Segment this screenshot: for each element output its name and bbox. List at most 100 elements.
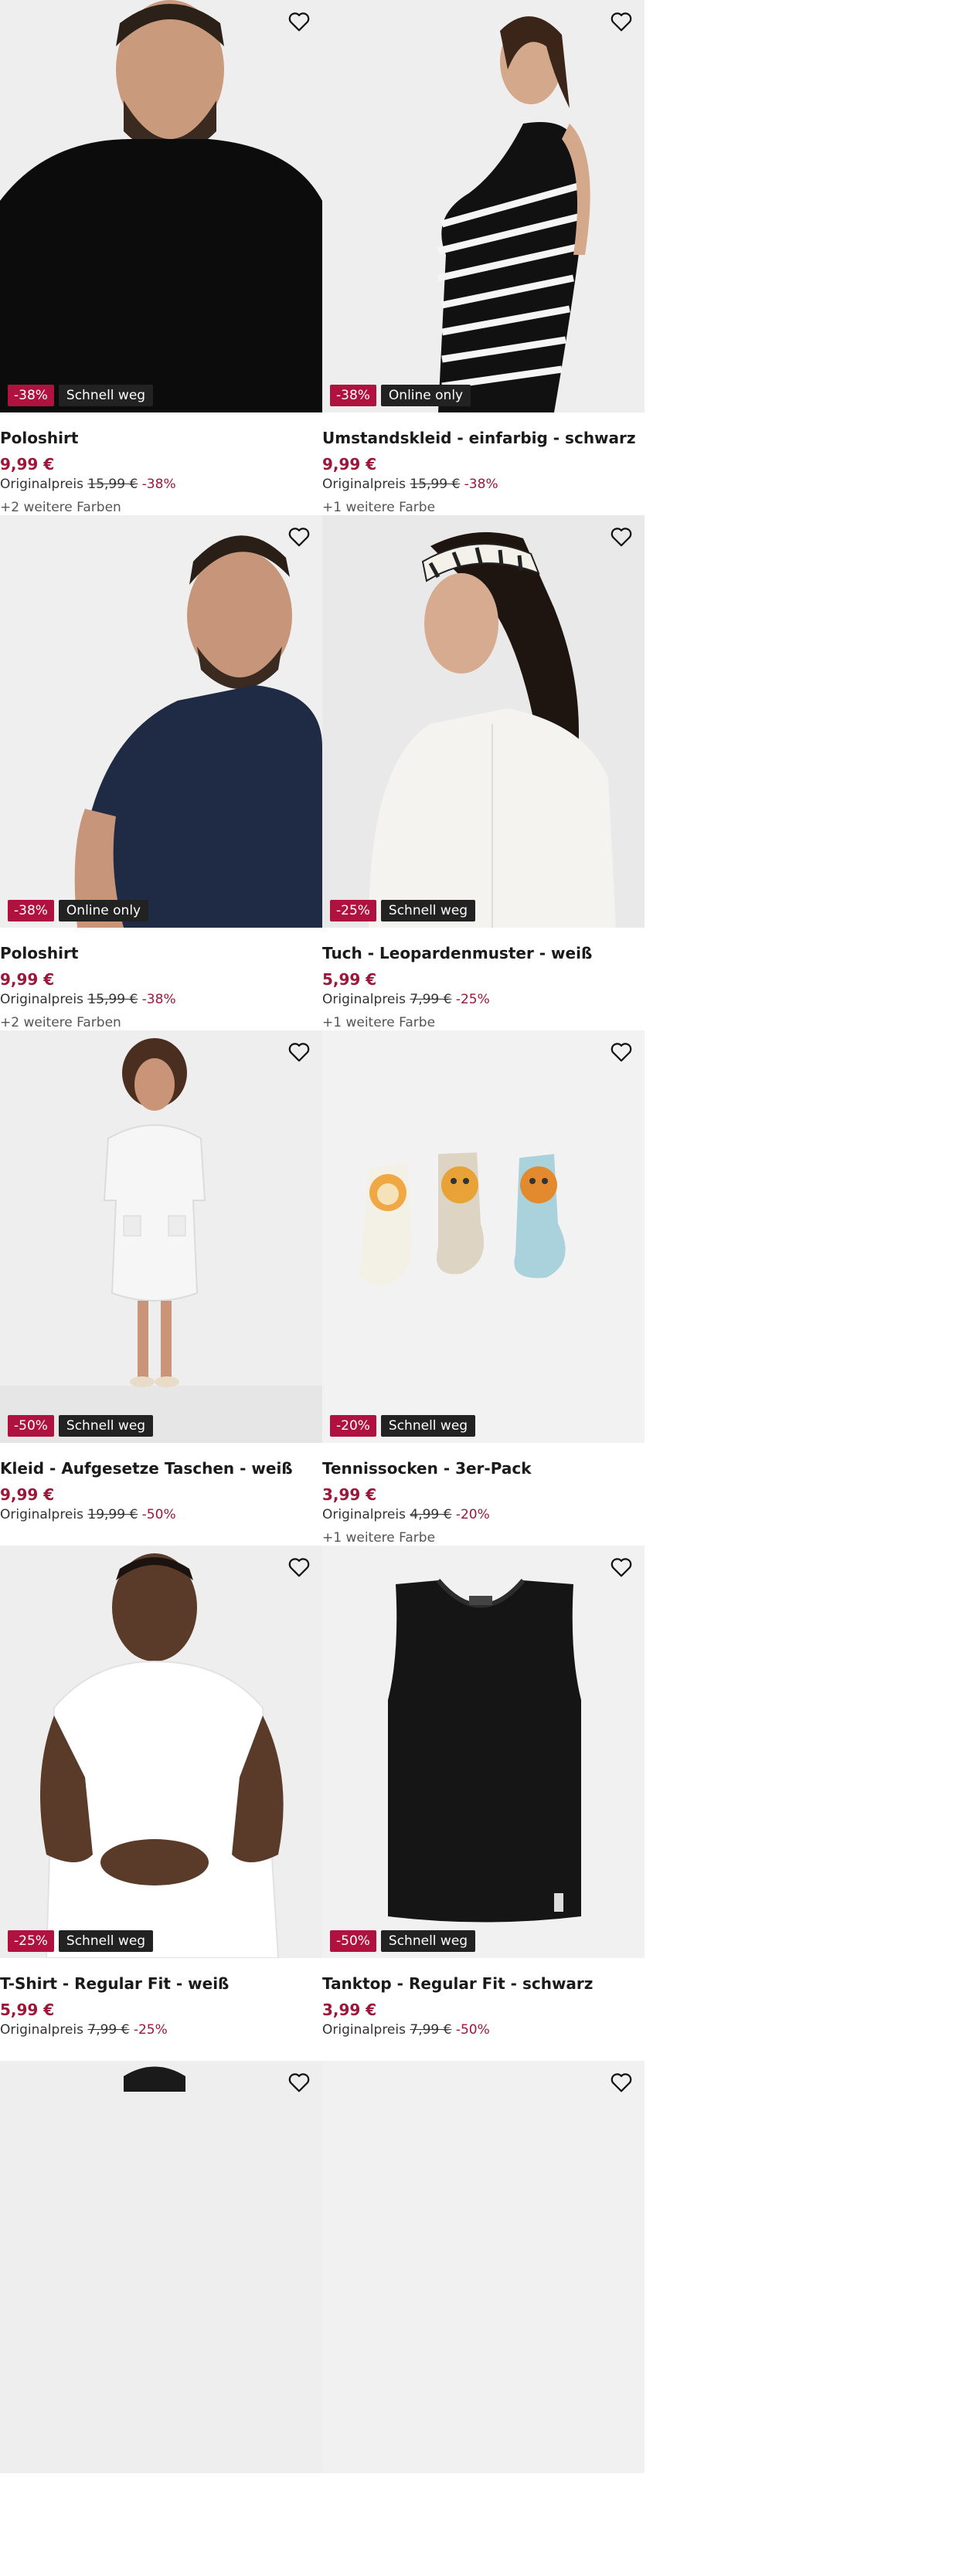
original-discount: -50% bbox=[141, 1507, 176, 1522]
favorite-button[interactable] bbox=[285, 1038, 313, 1066]
original-price-line: Originalpreis 7,99 € -50% bbox=[322, 2021, 645, 2038]
favorite-button[interactable] bbox=[607, 523, 635, 551]
heart-outline-icon bbox=[611, 1043, 632, 1062]
original-price-line: Originalpreis 7,99 € -25% bbox=[0, 2021, 322, 2038]
original-discount: -38% bbox=[141, 992, 176, 1007]
original-price: 7,99 € bbox=[410, 992, 452, 1007]
discount-badge: -50% bbox=[8, 1415, 54, 1437]
product-card[interactable]: -20% Schnell weg Tennissocken - 3er-Pack… bbox=[322, 1030, 645, 1546]
status-badge: Online only bbox=[58, 900, 149, 921]
heart-outline-icon bbox=[611, 528, 632, 547]
original-price-line: Originalpreis 15,99 € -38% bbox=[0, 476, 322, 493]
original-price: 15,99 € bbox=[410, 477, 461, 492]
favorite-button[interactable] bbox=[285, 2069, 313, 2096]
product-name[interactable]: Tuch - Leopardenmuster - weiß bbox=[322, 943, 645, 963]
badge-group: -50% Schnell weg bbox=[8, 1415, 154, 1437]
product-info: Poloshirt 9,99 € Originalpreis 15,99 € -… bbox=[0, 928, 322, 1031]
original-price-label: Originalpreis bbox=[322, 477, 406, 492]
product-card[interactable]: -38% Online only Umstandskleid - einfarb… bbox=[322, 0, 645, 515]
product-image[interactable] bbox=[322, 2061, 645, 2473]
more-colors[interactable]: +1 weitere Farbe bbox=[322, 1529, 645, 1546]
original-discount: -38% bbox=[141, 477, 176, 492]
favorite-button[interactable] bbox=[285, 523, 313, 551]
product-info: Tennissocken - 3er-Pack 3,99 € Originalp… bbox=[322, 1443, 645, 1546]
original-price-label: Originalpreis bbox=[0, 2022, 83, 2038]
product-image[interactable] bbox=[0, 2061, 322, 2473]
heart-outline-icon bbox=[611, 1558, 632, 1577]
badge-group: -20% Schnell weg bbox=[330, 1415, 476, 1437]
product-card[interactable]: -38% Schnell weg Poloshirt 9,99 € Origin… bbox=[0, 0, 322, 515]
badge-group: -25% Schnell weg bbox=[8, 1930, 154, 1952]
product-info: Poloshirt 9,99 € Originalpreis 15,99 € -… bbox=[0, 412, 322, 516]
heart-outline-icon bbox=[611, 12, 632, 32]
favorite-button[interactable] bbox=[607, 2069, 635, 2096]
badge-group: -50% Schnell weg bbox=[330, 1930, 476, 1952]
discount-badge: -38% bbox=[8, 385, 54, 406]
product-card[interactable]: -25% Schnell weg Tuch - Leopardenmuster … bbox=[322, 515, 645, 1030]
product-image[interactable]: -38% Online only bbox=[322, 0, 645, 412]
badge-group: -25% Schnell weg bbox=[330, 900, 476, 921]
more-colors[interactable]: +2 weitere Farben bbox=[0, 499, 322, 516]
original-price-label: Originalpreis bbox=[322, 2022, 406, 2038]
product-card[interactable] bbox=[0, 2061, 322, 2576]
original-price-label: Originalpreis bbox=[322, 1507, 406, 1522]
discount-badge: -20% bbox=[330, 1415, 376, 1437]
product-price: 5,99 € bbox=[322, 970, 377, 989]
favorite-button[interactable] bbox=[607, 1553, 635, 1581]
product-card[interactable]: -50% Schnell weg Kleid - Aufgesetze Tasc… bbox=[0, 1030, 322, 1546]
product-name[interactable]: Tennissocken - 3er-Pack bbox=[322, 1458, 645, 1478]
original-price-label: Originalpreis bbox=[0, 1507, 83, 1522]
status-badge: Schnell weg bbox=[380, 1415, 476, 1437]
product-image[interactable]: -50% Schnell weg bbox=[322, 1546, 645, 1958]
badge-group: -38% Online only bbox=[8, 900, 149, 921]
product-image[interactable]: -25% Schnell weg bbox=[322, 515, 645, 928]
original-price: 19,99 € bbox=[87, 1507, 138, 1522]
product-card[interactable]: -38% Online only Poloshirt 9,99 € Origin… bbox=[0, 515, 322, 1030]
product-price: 9,99 € bbox=[0, 455, 55, 473]
product-image[interactable]: -50% Schnell weg bbox=[0, 1030, 322, 1443]
original-price-line: Originalpreis 15,99 € -38% bbox=[322, 476, 645, 493]
product-card[interactable]: -25% Schnell weg T-Shirt - Regular Fit -… bbox=[0, 1546, 322, 2061]
status-badge: Schnell weg bbox=[380, 1930, 476, 1952]
heart-outline-icon bbox=[611, 2073, 632, 2092]
product-card[interactable] bbox=[322, 2061, 645, 2576]
product-card[interactable]: -50% Schnell weg Tanktop - Regular Fit -… bbox=[322, 1546, 645, 2061]
original-price-label: Originalpreis bbox=[0, 992, 83, 1007]
original-discount: -25% bbox=[455, 992, 490, 1007]
product-image[interactable]: -38% Schnell weg bbox=[0, 0, 322, 412]
favorite-button[interactable] bbox=[285, 1553, 313, 1581]
discount-badge: -50% bbox=[330, 1930, 376, 1952]
product-price: 3,99 € bbox=[322, 1485, 377, 1504]
product-name[interactable]: Umstandskleid - einfarbig - schwarz bbox=[322, 428, 645, 448]
product-price: 9,99 € bbox=[322, 455, 377, 473]
favorite-button[interactable] bbox=[285, 8, 313, 36]
original-discount: -38% bbox=[464, 477, 498, 492]
original-price-line: Originalpreis 15,99 € -38% bbox=[0, 991, 322, 1008]
favorite-button[interactable] bbox=[607, 8, 635, 36]
more-colors[interactable]: +1 weitere Farbe bbox=[322, 499, 645, 516]
product-name[interactable]: Kleid - Aufgesetze Taschen - weiß bbox=[0, 1458, 322, 1478]
discount-badge: -38% bbox=[8, 900, 54, 921]
favorite-button[interactable] bbox=[607, 1038, 635, 1066]
original-price-line: Originalpreis 7,99 € -25% bbox=[322, 991, 645, 1008]
more-colors[interactable]: +1 weitere Farbe bbox=[322, 1014, 645, 1031]
product-name[interactable]: Poloshirt bbox=[0, 943, 322, 963]
product-image[interactable]: -25% Schnell weg bbox=[0, 1546, 322, 1958]
product-name[interactable]: T-Shirt - Regular Fit - weiß bbox=[0, 1974, 322, 1994]
original-price-line: Originalpreis 4,99 € -20% bbox=[322, 1506, 645, 1523]
product-image[interactable]: -38% Online only bbox=[0, 515, 322, 928]
discount-badge: -25% bbox=[8, 1930, 54, 1952]
original-price: 15,99 € bbox=[87, 992, 138, 1007]
product-info: Tuch - Leopardenmuster - weiß 5,99 € Ori… bbox=[322, 928, 645, 1031]
more-colors[interactable]: +2 weitere Farben bbox=[0, 1014, 322, 1031]
original-price-label: Originalpreis bbox=[0, 477, 83, 492]
original-price: 15,99 € bbox=[87, 477, 138, 492]
status-badge: Schnell weg bbox=[58, 1415, 154, 1437]
heart-outline-icon bbox=[288, 2073, 310, 2092]
product-name[interactable]: Tanktop - Regular Fit - schwarz bbox=[322, 1974, 645, 1994]
badge-group: -38% Online only bbox=[330, 385, 471, 406]
product-image[interactable]: -20% Schnell weg bbox=[322, 1030, 645, 1443]
product-name[interactable]: Poloshirt bbox=[0, 428, 322, 448]
original-price-label: Originalpreis bbox=[322, 992, 406, 1007]
heart-outline-icon bbox=[288, 12, 310, 32]
